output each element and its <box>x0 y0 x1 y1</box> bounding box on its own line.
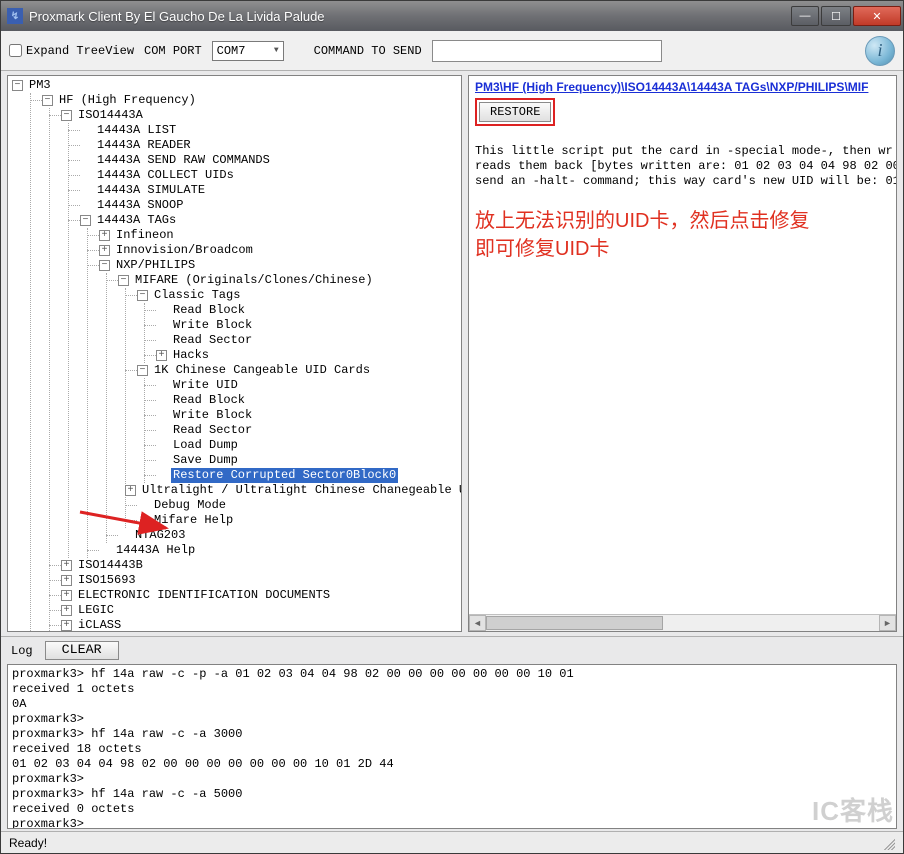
toggle-icon[interactable]: − <box>42 95 53 106</box>
tree-item[interactable]: Mifare Help <box>152 513 235 528</box>
expand-treeview-checkbox[interactable]: Expand TreeView <box>9 44 134 58</box>
toggle-icon[interactable]: − <box>61 110 72 121</box>
statusbar: Ready! <box>1 831 903 853</box>
tree-iso15693[interactable]: ISO15693 <box>76 573 138 588</box>
tree-item[interactable]: 14443A SIMULATE <box>95 183 207 198</box>
description-text: This little script put the card in -spec… <box>475 144 890 189</box>
command-input[interactable] <box>432 40 662 62</box>
log-label: Log <box>11 644 33 658</box>
tree-item[interactable]: 14443A SEND RAW COMMANDS <box>95 153 272 168</box>
scroll-track[interactable] <box>486 615 879 631</box>
tree-iso14443a[interactable]: ISO14443A <box>76 108 145 123</box>
tree-item[interactable]: Write Block <box>171 318 254 333</box>
tree-item[interactable]: NTAG203 <box>133 528 187 543</box>
log-panel[interactable]: proxmark3> hf 14a raw -c -p -a 01 02 03 … <box>7 664 897 829</box>
toolbar: Expand TreeView COM PORT COM7 COMMAND TO… <box>1 31 903 71</box>
tree-iclass[interactable]: iCLASS <box>76 618 123 632</box>
detail-panel: PM3\HF (High Frequency)\ISO14443A\14443A… <box>468 75 897 632</box>
toggle-icon[interactable]: − <box>99 260 110 271</box>
tree-item[interactable]: Write Block <box>171 408 254 423</box>
toggle-icon[interactable]: + <box>99 230 110 241</box>
tree-item[interactable]: Infineon <box>114 228 176 243</box>
annotation-text: 放上无法识别的UID卡，然后点击修复即可修复UID卡 <box>475 207 890 263</box>
toggle-icon[interactable]: + <box>61 620 72 631</box>
treeview[interactable]: −PM3 −HF (High Frequency) −ISO14443A 144… <box>8 76 461 632</box>
tree-item[interactable]: Classic Tags <box>152 288 242 303</box>
tree-item[interactable]: Read Block <box>171 393 247 408</box>
main-area: −PM3 −HF (High Frequency) −ISO14443A 144… <box>1 71 903 636</box>
app-window: ↯ Proxmark Client By El Gaucho De La Liv… <box>0 0 904 854</box>
breadcrumb[interactable]: PM3\HF (High Frequency)\ISO14443A\14443A… <box>475 80 890 94</box>
expand-treeview-label: Expand TreeView <box>26 44 134 58</box>
titlebar[interactable]: ↯ Proxmark Client By El Gaucho De La Liv… <box>1 1 903 31</box>
command-label: COMMAND TO SEND <box>314 44 422 58</box>
tree-hf[interactable]: HF (High Frequency) <box>57 93 198 108</box>
app-icon: ↯ <box>7 8 23 24</box>
toggle-icon[interactable]: − <box>137 290 148 301</box>
tree-root[interactable]: PM3 <box>27 78 53 93</box>
tree-item[interactable]: 14443A LIST <box>95 123 178 138</box>
tree-item[interactable]: Write UID <box>171 378 240 393</box>
tree-iso14443b[interactable]: ISO14443B <box>76 558 145 573</box>
toggle-icon[interactable]: + <box>61 605 72 616</box>
tree-item[interactable]: 1K Chinese Cangeable UID Cards <box>152 363 372 378</box>
tree-item[interactable]: Read Sector <box>171 423 254 438</box>
toggle-icon[interactable]: + <box>125 485 136 496</box>
tree-eid[interactable]: ELECTRONIC IDENTIFICATION DOCUMENTS <box>76 588 332 603</box>
tree-item[interactable]: Read Sector <box>171 333 254 348</box>
tree-item[interactable]: MIFARE (Originals/Clones/Chinese) <box>133 273 375 288</box>
tree-legic[interactable]: LEGIC <box>76 603 116 618</box>
toggle-icon[interactable]: + <box>61 575 72 586</box>
toggle-icon[interactable]: + <box>99 245 110 256</box>
tree-item[interactable]: 14443A READER <box>95 138 193 153</box>
tree-item[interactable]: Debug Mode <box>152 498 228 513</box>
minimize-button[interactable]: — <box>791 6 819 26</box>
tree-item[interactable]: Load Dump <box>171 438 240 453</box>
toggle-icon[interactable]: − <box>118 275 129 286</box>
log-toolbar: Log CLEAR <box>1 636 903 664</box>
toggle-icon[interactable]: − <box>80 215 91 226</box>
tree-item[interactable]: Restore Corrupted Sector0Block0 <box>171 468 398 483</box>
tree-item[interactable]: Read Block <box>171 303 247 318</box>
toggle-icon[interactable]: + <box>61 590 72 601</box>
toggle-icon[interactable]: + <box>61 560 72 571</box>
maximize-button[interactable]: ☐ <box>821 6 851 26</box>
resize-grip[interactable] <box>881 836 895 850</box>
tree-item[interactable]: 14443A Help <box>114 543 197 558</box>
status-text: Ready! <box>9 836 47 850</box>
close-button[interactable]: ✕ <box>853 6 901 26</box>
expand-treeview-input[interactable] <box>9 44 22 57</box>
toggle-icon[interactable]: + <box>156 350 167 361</box>
comport-combo[interactable]: COM7 <box>212 41 284 61</box>
tree-item[interactable]: NXP/PHILIPS <box>114 258 197 273</box>
info-icon[interactable]: i <box>865 36 895 66</box>
scroll-left-icon[interactable]: ◄ <box>469 615 486 631</box>
tree-item[interactable]: 14443A COLLECT UIDs <box>95 168 236 183</box>
restore-button[interactable]: RESTORE <box>479 102 551 122</box>
clear-button[interactable]: CLEAR <box>45 641 119 660</box>
comport-value: COM7 <box>217 44 246 58</box>
window-title: Proxmark Client By El Gaucho De La Livid… <box>29 9 791 24</box>
tree-item[interactable]: Save Dump <box>171 453 240 468</box>
tree-item[interactable]: Ultralight / Ultralight Chinese Chanegea… <box>140 483 462 498</box>
restore-highlight: RESTORE <box>475 98 555 126</box>
comport-label: COM PORT <box>144 44 202 58</box>
scroll-thumb[interactable] <box>486 616 663 630</box>
tree-panel[interactable]: −PM3 −HF (High Frequency) −ISO14443A 144… <box>7 75 462 632</box>
tree-item[interactable]: 14443A TAGs <box>95 213 178 228</box>
toggle-icon[interactable]: − <box>137 365 148 376</box>
tree-item[interactable]: Innovision/Broadcom <box>114 243 255 258</box>
toggle-icon[interactable]: − <box>12 80 23 91</box>
scroll-right-icon[interactable]: ► <box>879 615 896 631</box>
tree-item[interactable]: 14443A SNOOP <box>95 198 185 213</box>
horizontal-scrollbar[interactable]: ◄ ► <box>469 614 896 631</box>
tree-item[interactable]: Hacks <box>171 348 211 363</box>
